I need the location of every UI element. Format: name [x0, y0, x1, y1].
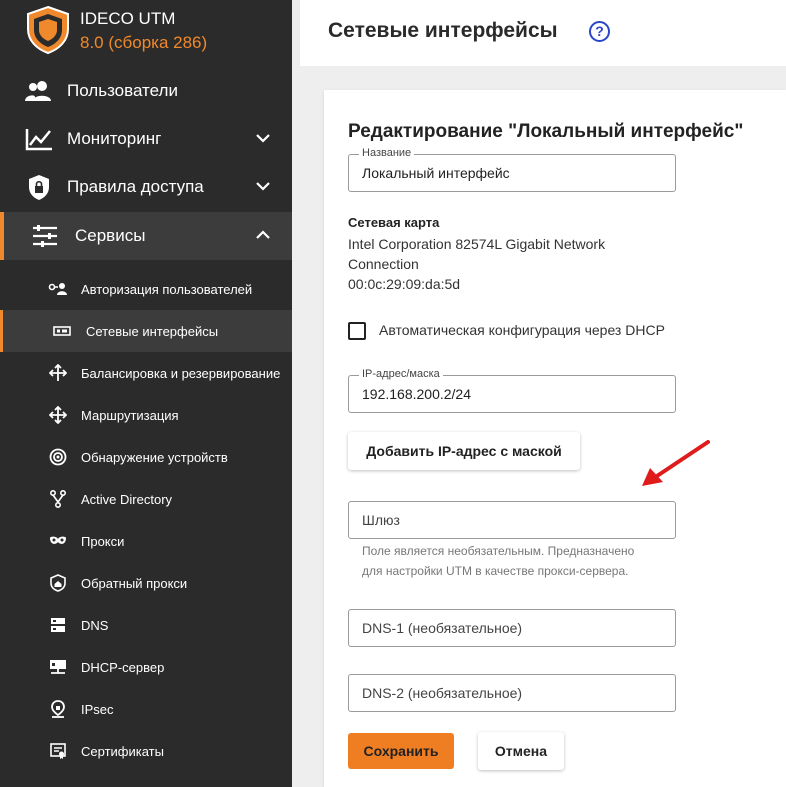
sidebar-item-label: DHCP-сервер — [81, 659, 165, 675]
network-card-model: Intel Corporation 82574L Gigabit Network — [348, 236, 606, 252]
save-button[interactable]: Сохранить — [348, 733, 454, 769]
name-field-label: Название — [359, 147, 415, 159]
network-card-model-cont: Connection — [348, 256, 419, 272]
ip-mask-field-label: IP-адрес/маска — [359, 368, 443, 380]
edit-interface-card: Редактирование "Локальный интерфейс" Наз… — [324, 90, 786, 787]
red-arrow-annotation-icon — [642, 440, 710, 486]
help-icon[interactable]: ? — [589, 21, 610, 42]
location-lock-icon — [48, 699, 68, 719]
dhcp-checkbox-label[interactable]: Автоматическая конфигурация через DHCP — [379, 322, 665, 338]
nav-label: Правила доступа — [67, 177, 204, 196]
dns2-field[interactable]: DNS-2 (необязательное) — [348, 674, 676, 712]
dns2-placeholder: DNS-2 (необязательное) — [362, 685, 523, 701]
cancel-button[interactable]: Отмена — [478, 732, 564, 770]
gateway-field[interactable]: Шлюз — [348, 501, 676, 539]
server-icon — [48, 615, 68, 635]
sidebar-item-certificates[interactable]: Сертификаты — [0, 730, 292, 772]
sidebar-item-label: Active Directory — [81, 491, 173, 507]
sidebar-item-label: IPsec — [81, 701, 114, 717]
sliders-icon — [30, 221, 60, 251]
move-arrows-icon — [48, 405, 68, 425]
page-title: Сетевые интерфейсы — [328, 19, 558, 42]
user-key-icon — [48, 279, 68, 299]
ip-mask-field[interactable]: IP-адрес/маска 192.168.200.2/24 — [348, 368, 676, 413]
network-card-icon — [52, 321, 72, 341]
sidebar-item-label: Сертификаты — [81, 743, 164, 759]
network-card-label: Сетевая карта — [348, 215, 440, 230]
brand-name: IDECO UTM — [80, 9, 176, 28]
sidebar-item-balancing[interactable]: Балансировка и резервирование — [0, 352, 292, 394]
sidebar-item-label: Прокси — [81, 533, 125, 549]
nav-label: Мониторинг — [67, 129, 162, 148]
gateway-placeholder: Шлюз — [362, 512, 400, 528]
sidebar: IDECO UTM 8.0 (сборка 286) Пользователи … — [0, 0, 292, 787]
sidebar-item-ipsec[interactable]: IPsec — [0, 688, 292, 730]
dns1-placeholder: DNS-1 (необязательное) — [362, 620, 523, 636]
gateway-hint: Поле является необязательным. Предназнач… — [362, 544, 635, 558]
brand: IDECO UTM 8.0 (сборка 286) — [0, 0, 292, 66]
nav-item-services[interactable]: Сервисы — [0, 212, 292, 260]
page-header: Сетевые интерфейсы ? — [300, 0, 786, 66]
brand-version: 8.0 (сборка 286) — [80, 33, 208, 52]
sidebar-item-label: Сетевые интерфейсы — [86, 323, 219, 339]
dhcp-icon — [48, 657, 68, 677]
name-field-value: Локальный интерфейс — [362, 165, 510, 181]
sidebar-item-label: Авторизация пользователей — [81, 281, 253, 297]
certificate-icon — [48, 741, 68, 761]
add-ip-button[interactable]: Добавить IP-адрес с маской — [348, 432, 580, 470]
sidebar-item-label: Балансировка и резервирование — [81, 365, 281, 381]
sidebar-item-reverse-proxy[interactable]: Обратный прокси — [0, 562, 292, 604]
hierarchy-icon — [48, 489, 68, 509]
sidebar-item-dhcp[interactable]: DHCP-сервер — [0, 646, 292, 688]
sidebar-item-routing[interactable]: Маршрутизация — [0, 394, 292, 436]
sidebar-item-label: Обратный прокси — [81, 575, 188, 591]
form-title: Редактирование "Локальный интерфейс" — [348, 121, 744, 142]
nav-item-monitoring[interactable]: Мониторинг — [0, 115, 292, 163]
chevron-down-icon — [256, 182, 270, 191]
chart-icon — [24, 124, 54, 154]
nav-label: Сервисы — [75, 226, 146, 245]
nav-item-users[interactable]: Пользователи — [0, 67, 292, 115]
nav-item-access-rules[interactable]: Правила доступа — [0, 163, 292, 211]
dns1-field[interactable]: DNS-1 (необязательное) — [348, 609, 676, 647]
ip-mask-field-value: 192.168.200.2/24 — [362, 386, 471, 402]
chevron-down-icon — [256, 134, 270, 143]
sidebar-item-proxy[interactable]: Прокси — [0, 520, 292, 562]
sidebar-item-label: DNS — [81, 617, 109, 633]
sidebar-item-label: Обнаружение устройств — [81, 449, 228, 465]
arrows-split-icon — [48, 363, 68, 383]
gateway-hint-cont: для настройки UTM в качестве прокси-серв… — [362, 564, 629, 578]
sidebar-item-label: Маршрутизация — [81, 407, 179, 423]
sidebar-item-user-auth[interactable]: Авторизация пользователей — [0, 268, 292, 310]
shield-lock-icon — [24, 172, 54, 202]
sidebar-item-dns[interactable]: DNS — [0, 604, 292, 646]
chevron-up-icon — [256, 230, 270, 239]
users-icon — [24, 76, 54, 106]
nav-label: Пользователи — [67, 81, 178, 100]
network-card-mac: 00:0c:29:09:da:5d — [348, 276, 461, 292]
dhcp-checkbox[interactable] — [348, 322, 366, 340]
mask-icon — [48, 531, 68, 551]
sidebar-item-device-discovery[interactable]: Обнаружение устройств — [0, 436, 292, 478]
ideco-logo-icon — [27, 5, 69, 55]
sidebar-item-active-directory[interactable]: Active Directory — [0, 478, 292, 520]
radar-icon — [48, 447, 68, 467]
sidebar-item-network-interfaces[interactable]: Сетевые интерфейсы — [0, 310, 292, 352]
name-field[interactable]: Название Локальный интерфейс — [348, 147, 676, 192]
home-shield-icon — [48, 573, 68, 593]
